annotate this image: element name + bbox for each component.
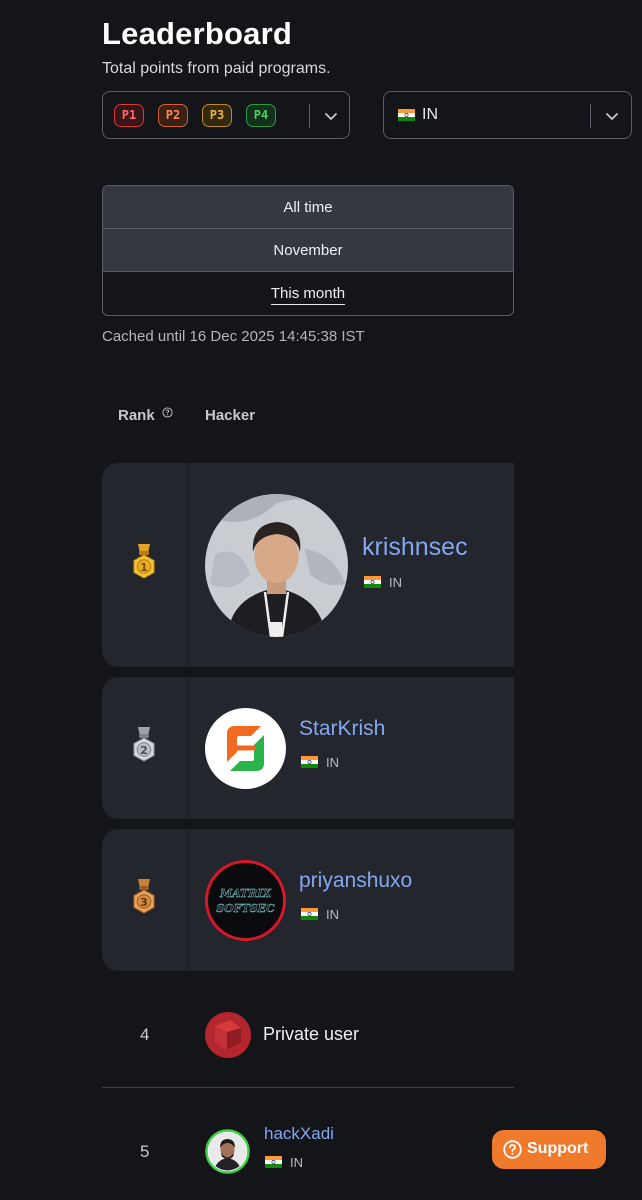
severity-chip-p1[interactable]: P1 [114,104,144,127]
select-divider [590,104,591,128]
hacker-username: Private user [263,1024,360,1044]
rank-number: 4 [140,1025,150,1044]
select-divider [309,104,310,128]
period-option-label: This month [270,285,346,305]
country-label: IN [422,106,438,123]
hacker-location: IN [265,1155,303,1170]
avatar[interactable] [205,708,286,789]
period-option-this-month[interactable]: This month [103,272,513,315]
bronze-medal-icon: 3 [133,879,155,914]
avatar[interactable]: MATRIX SOFTSEC [205,860,286,941]
help-icon [503,1140,522,1159]
severity-chip-p4[interactable]: P4 [246,104,276,127]
avatar-logo-text: SOFTSEC [216,902,275,915]
avatar[interactable] [205,494,348,637]
country-code: IN [389,575,402,590]
leaderboard-row[interactable]: 3 MATRIX SOFTSEC priyanshuxo IN [102,829,514,971]
chevron-down-icon[interactable] [322,107,340,125]
severity-chip-p2[interactable]: P2 [158,104,188,127]
hacker-username[interactable]: krishnsec [362,533,468,562]
severity-filter-select[interactable]: P1 P2 P3 P4 [102,91,350,139]
row-separator [188,677,189,819]
row-separator [188,463,189,667]
row-divider [102,1087,514,1088]
india-flag-icon [301,908,318,920]
severity-chip-p3[interactable]: P3 [202,104,232,127]
period-selector: All time November This month [102,185,514,316]
medal-rank: 1 [140,561,148,574]
column-header-hacker: Hacker [205,407,256,424]
support-button[interactable]: Support [492,1130,606,1169]
india-flag-icon [364,576,381,588]
leaderboard-row[interactable]: 2 StarKrish IN [102,677,514,819]
rank-number: 5 [140,1142,150,1161]
period-option-november[interactable]: November [103,229,513,272]
india-flag-icon [265,1156,282,1168]
support-label: Support [527,1140,589,1157]
country-code: IN [290,1155,303,1170]
hacker-username[interactable]: priyanshuxo [299,869,412,893]
private-user-avatar [205,1012,251,1058]
avatar[interactable] [205,1129,250,1174]
silver-medal-icon: 2 [133,727,155,762]
hacker-location: IN [364,575,402,590]
leaderboard-row[interactable]: 1 krishnsec IN [102,463,514,667]
page-subtitle: Total points from paid programs. [102,60,331,77]
country-code: IN [326,907,339,922]
chevron-down-icon[interactable] [603,107,621,125]
row-separator [188,829,189,971]
period-option-all-time[interactable]: All time [103,186,513,229]
column-header-rank: Rank [118,407,155,424]
cache-status: Cached until 16 Dec 2025 14:45:38 IST [102,328,365,345]
page-title: Leaderboard [102,16,292,51]
info-icon[interactable] [162,407,173,418]
india-flag-icon [301,756,318,768]
india-flag-icon [398,109,415,121]
hacker-location: IN [301,907,339,922]
gold-medal-icon: 1 [133,544,155,579]
hacker-location: IN [301,755,339,770]
hacker-username[interactable]: StarKrish [299,717,385,741]
medal-rank: 2 [140,744,148,757]
avatar-logo-text: MATRIX [219,887,272,900]
medal-rank: 3 [140,896,148,909]
hacker-username[interactable]: hackXadi [264,1124,334,1144]
country-code: IN [326,755,339,770]
country-filter-select[interactable]: IN [383,91,632,139]
